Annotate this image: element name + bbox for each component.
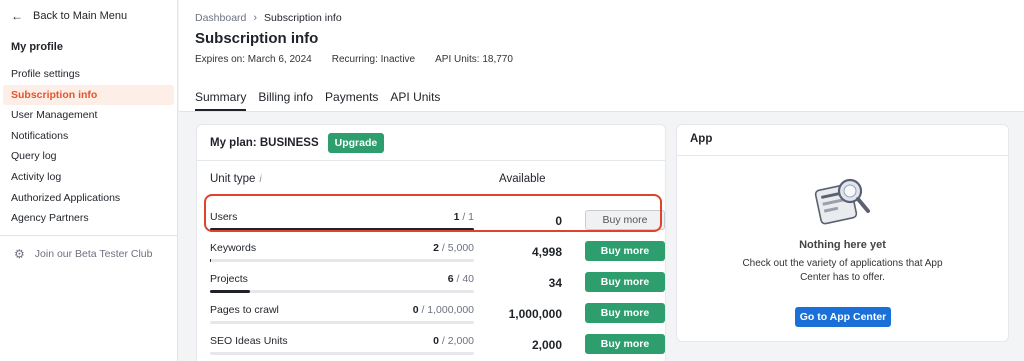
unit-name: Pages to crawl [210,304,279,316]
unit-available: 1,000,000 [508,307,562,321]
usage-progress-fill [210,290,250,293]
back-label: Back to Main Menu [33,10,128,22]
unit-usage: 0 / 1,000,000 [380,304,474,316]
usage-progress-bar [210,290,474,293]
unit-row-pages-to-crawl: Pages to crawl 0 / 1,000,000 1,000,000 B… [210,302,665,328]
usage-progress-bar [210,352,474,355]
sidebar: ← Back to Main Menu My profile Profile s… [0,0,178,361]
app-divider [677,155,1008,156]
unit-available: 34 [548,276,562,290]
beta-tester-link[interactable]: ⚙ Join our Beta Tester Club [0,236,177,272]
unit-type-label: Unit type [210,173,256,185]
subscription-meta: Expires on: March 6, 2024 Recurring: Ina… [195,54,513,65]
unit-available: 2,000 [531,338,562,352]
unit-limit: / 5,000 [438,242,474,254]
users-row-highlight-outline [204,194,662,232]
expires-text: Expires on: March 6, 2024 [195,54,312,65]
buy-more-button[interactable]: Buy more [585,241,665,261]
unit-limit: / 40 [453,273,474,285]
page-header: Dashboard › Subscription info Subscripti… [179,0,1024,112]
unit-row-projects: Projects 6 / 40 34 Buy more [210,271,665,297]
sidebar-item-subscription-info[interactable]: Subscription info [3,84,174,106]
unit-row-seo-ideas-units: SEO Ideas Units 0 / 2,000 2,000 Buy more [210,333,665,359]
breadcrumb-current: Subscription info [264,12,342,24]
unit-limit: / 2,000 [438,335,474,347]
unit-available: 4,998 [531,245,562,259]
app-card-title: App [690,133,713,145]
unit-row-keywords: Keywords 2 / 5,000 4,998 Buy more [210,240,665,266]
column-header-unit-type: Unit type i [210,173,262,185]
buy-more-button[interactable]: Buy more [585,272,665,292]
plan-title: My plan: BUSINESS [210,137,319,149]
info-icon[interactable]: i [259,174,261,185]
app-empty-description: Check out the variety of applications th… [742,258,943,283]
usage-progress-bar [210,259,474,262]
sidebar-item-notifications[interactable]: Notifications [0,126,174,147]
usage-progress-bar [210,321,474,324]
unit-usage: 2 / 5,000 [380,242,474,254]
beta-flask-icon: ⚙ [14,246,25,261]
sidebar-item-profile-settings[interactable]: Profile settings [0,64,174,85]
page-title: Subscription info [195,30,319,47]
sidebar-item-query-log[interactable]: Query log [0,146,174,167]
back-to-main-menu-link[interactable]: ← Back to Main Menu [0,0,177,32]
buy-more-button[interactable]: Buy more [585,334,665,354]
upgrade-button[interactable]: Upgrade [327,133,385,153]
tab-api-units[interactable]: API Units [390,90,440,111]
plan-header: My plan: BUSINESS Upgrade [210,133,385,153]
main-area: Dashboard › Subscription info Subscripti… [179,0,1024,361]
unit-usage: 0 / 2,000 [380,335,474,347]
tabs: Summary Billing info Payments API Units [195,90,440,111]
unit-name: Keywords [210,242,257,254]
app-card: App Nothing here yet Check out the varie… [676,124,1009,342]
breadcrumb: Dashboard › Subscription info [195,12,342,24]
tab-summary[interactable]: Summary [195,90,247,111]
breadcrumb-dashboard[interactable]: Dashboard [195,12,246,24]
go-to-app-center-button[interactable]: Go to App Center [795,307,891,327]
sidebar-item-authorized-applications[interactable]: Authorized Applications [0,188,174,209]
sidebar-item-agency-partners[interactable]: Agency Partners [0,208,174,229]
chevron-right-icon: › [253,12,258,24]
unit-limit: / 1,000,000 [418,304,474,316]
recurring-text: Recurring: Inactive [331,54,416,65]
plan-divider [197,160,665,161]
column-header-available: Available [499,173,546,185]
api-units-text: API Units: 18,770 [435,54,513,65]
sidebar-item-user-management[interactable]: User Management [0,105,174,126]
beta-label: Join our Beta Tester Club [34,247,153,260]
plan-card: My plan: BUSINESS Upgrade Unit type i Ava… [196,124,666,361]
unit-name: SEO Ideas Units [210,335,288,347]
tab-billing-info[interactable]: Billing info [258,90,313,111]
unit-name: Projects [210,273,248,285]
app-search-illustration-icon [814,178,870,225]
app-empty-title: Nothing here yet [799,239,886,251]
tab-payments[interactable]: Payments [325,90,378,111]
unit-usage: 6 / 40 [380,273,474,285]
sidebar-section-title: My profile [11,41,63,53]
arrow-left-icon: ← [11,9,23,23]
buy-more-button[interactable]: Buy more [585,303,665,323]
sidebar-item-activity-log[interactable]: Activity log [0,167,174,188]
